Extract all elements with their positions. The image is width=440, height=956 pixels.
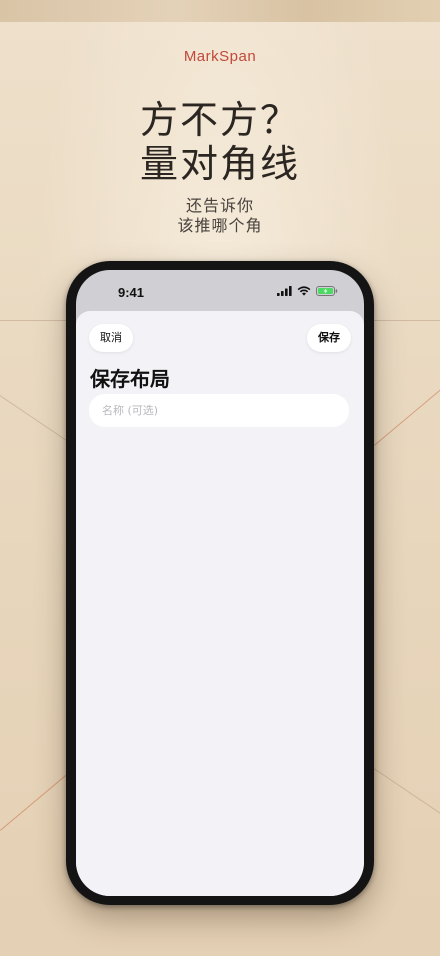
headline-line-1: 方不方？ bbox=[139, 98, 300, 142]
status-icons bbox=[277, 286, 338, 296]
promo-page: MarkSpan 方不方？ 量对角线 还告诉你 该推哪个角 9:41 取消 保存… bbox=[0, 0, 440, 956]
diagonal-line-right-bottom bbox=[373, 768, 440, 820]
diagonal-line-right-top bbox=[374, 387, 440, 446]
phone-screen: 9:41 取消 保存 保存布局 名称 (可选) bbox=[76, 270, 364, 896]
wifi-icon bbox=[297, 286, 311, 296]
brand-name: MarkSpan bbox=[183, 48, 257, 65]
diagonal-line-left-top bbox=[0, 395, 75, 447]
status-time: 9:41 bbox=[118, 285, 145, 300]
save-button[interactable]: 保存 bbox=[307, 324, 351, 352]
promo-headline: 方不方？ 量对角线 bbox=[0, 98, 440, 186]
save-layout-sheet: 取消 保存 保存布局 bbox=[76, 311, 364, 896]
battery-charging-icon bbox=[316, 286, 338, 296]
cancel-button[interactable]: 取消 bbox=[89, 324, 133, 352]
cellular-signal-icon bbox=[277, 286, 292, 296]
subline-line-1: 还告诉你 bbox=[185, 196, 254, 215]
fold-line-right bbox=[374, 320, 440, 321]
phone-frame: 9:41 取消 保存 保存布局 名称 (可选) bbox=[66, 261, 374, 905]
subline-line-2: 该推哪个角 bbox=[177, 216, 263, 235]
fold-line-left bbox=[0, 320, 66, 321]
layout-name-input[interactable] bbox=[89, 394, 349, 427]
promo-subline: 还告诉你 该推哪个角 bbox=[0, 196, 440, 236]
sheet-title: 保存布局 bbox=[90, 367, 170, 391]
wood-edge bbox=[0, 0, 440, 22]
status-bar: 9:41 bbox=[76, 270, 364, 310]
diagonal-line-left-bottom bbox=[0, 772, 70, 831]
headline-line-2: 量对角线 bbox=[139, 142, 300, 186]
